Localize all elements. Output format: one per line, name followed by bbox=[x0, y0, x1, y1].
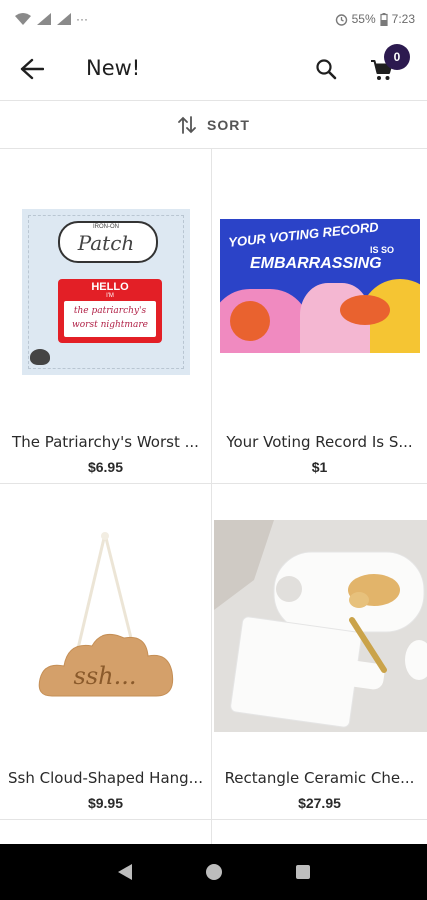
wifi-icon bbox=[15, 13, 31, 25]
product-card[interactable]: Rectangle Ceramic Che... $27.95 bbox=[212, 484, 427, 820]
patch-line-1: the patriarchy's bbox=[73, 306, 147, 316]
clock-time: 7:23 bbox=[391, 12, 415, 26]
cloud-text: ssh... bbox=[73, 662, 137, 690]
alarm-icon bbox=[335, 13, 347, 26]
product-grid: IRON-ON Patch HELLO I'M the patriarchy's… bbox=[0, 149, 427, 844]
patch-badge-main: Patch bbox=[77, 231, 135, 255]
patch-hello: HELLO bbox=[91, 281, 129, 293]
product-card[interactable]: IRON-ON Patch HELLO I'M the patriarchy's… bbox=[0, 149, 212, 484]
signal-icon-2 bbox=[57, 13, 71, 25]
search-button[interactable] bbox=[310, 53, 342, 85]
cart-count-badge: 0 bbox=[384, 44, 410, 70]
card-line-3: EMBARRASSING bbox=[250, 255, 382, 272]
back-button[interactable] bbox=[14, 53, 50, 85]
patch-im: I'M bbox=[106, 293, 114, 299]
sort-button[interactable]: SORT bbox=[0, 100, 427, 149]
product-card-partial[interactable] bbox=[0, 820, 212, 844]
product-name: Your Voting Record Is S... bbox=[226, 433, 413, 451]
product-price: $1 bbox=[311, 459, 328, 475]
circle-home-icon bbox=[205, 864, 222, 880]
nav-back-button[interactable] bbox=[105, 852, 145, 892]
card-line-1: YOUR VOTING RECORD bbox=[227, 219, 380, 250]
battery-percent: 55% bbox=[351, 12, 376, 26]
sort-arrows-icon bbox=[178, 115, 196, 134]
battery-icon bbox=[380, 12, 388, 26]
product-image bbox=[214, 520, 427, 732]
product-price: $6.95 bbox=[87, 459, 124, 475]
product-name: Rectangle Ceramic Che... bbox=[224, 769, 415, 787]
search-icon bbox=[316, 59, 337, 80]
logo-sticker bbox=[30, 349, 50, 365]
product-price: $27.95 bbox=[298, 795, 341, 811]
cart-button[interactable]: 0 bbox=[366, 44, 412, 90]
triangle-back-icon bbox=[117, 864, 132, 880]
status-bar: ··· 55% 7:23 bbox=[0, 0, 427, 38]
signal-icon bbox=[37, 13, 51, 25]
system-nav-bar bbox=[0, 844, 427, 900]
product-image: ssh... bbox=[30, 524, 180, 714]
square-recents-icon bbox=[295, 865, 310, 879]
product-name: Ssh Cloud-Shaped Hang... bbox=[8, 769, 203, 787]
status-dots: ··· bbox=[76, 12, 88, 26]
product-card[interactable]: ssh... Ssh Cloud-Shaped Hang... $9.95 bbox=[0, 484, 212, 820]
app-bar: New! 0 bbox=[0, 38, 427, 100]
product-image: YOUR VOTING RECORD IS SO EMBARRASSING bbox=[220, 219, 420, 353]
card-line-2: IS SO bbox=[370, 245, 395, 255]
product-card[interactable]: YOUR VOTING RECORD IS SO EMBARRASSING Yo… bbox=[212, 149, 427, 484]
nav-home-button[interactable] bbox=[194, 852, 234, 892]
nav-recents-button[interactable] bbox=[283, 852, 323, 892]
product-price: $9.95 bbox=[87, 795, 124, 811]
page-title: New! bbox=[86, 56, 141, 80]
patch-line-2: worst nightmare bbox=[72, 320, 148, 330]
sort-label: SORT bbox=[207, 116, 250, 133]
patch-badge-top: IRON-ON bbox=[93, 224, 119, 230]
product-image: IRON-ON Patch HELLO I'M the patriarchy's… bbox=[22, 209, 190, 375]
product-name: The Patriarchy's Worst ... bbox=[12, 433, 199, 451]
product-card-partial[interactable] bbox=[212, 820, 427, 844]
arrow-left-icon bbox=[20, 58, 44, 80]
ceramic-board-photo bbox=[214, 520, 427, 732]
